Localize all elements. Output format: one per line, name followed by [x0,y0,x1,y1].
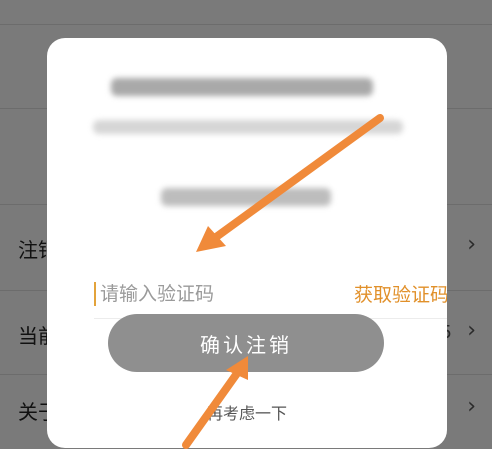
blurred-phone-number [161,188,331,206]
chevron-right-icon: › [467,394,476,419]
verification-code-input[interactable] [100,278,280,310]
chevron-right-icon: › [467,232,476,257]
blurred-title [111,78,373,96]
bg-row-top [0,0,492,25]
reconsider-button[interactable]: 再考虑一下 [47,400,447,424]
confirm-deregister-button[interactable]: 确认注销 [108,314,384,372]
blurred-description [93,120,403,134]
text-cursor [94,282,96,306]
chevron-right-icon: › [467,318,476,343]
verification-code-row: 获取验证码 [94,274,447,319]
get-code-button[interactable]: 获取验证码 [354,280,447,307]
deregister-dialog: 获取验证码 确认注销 再考虑一下 [47,38,447,448]
